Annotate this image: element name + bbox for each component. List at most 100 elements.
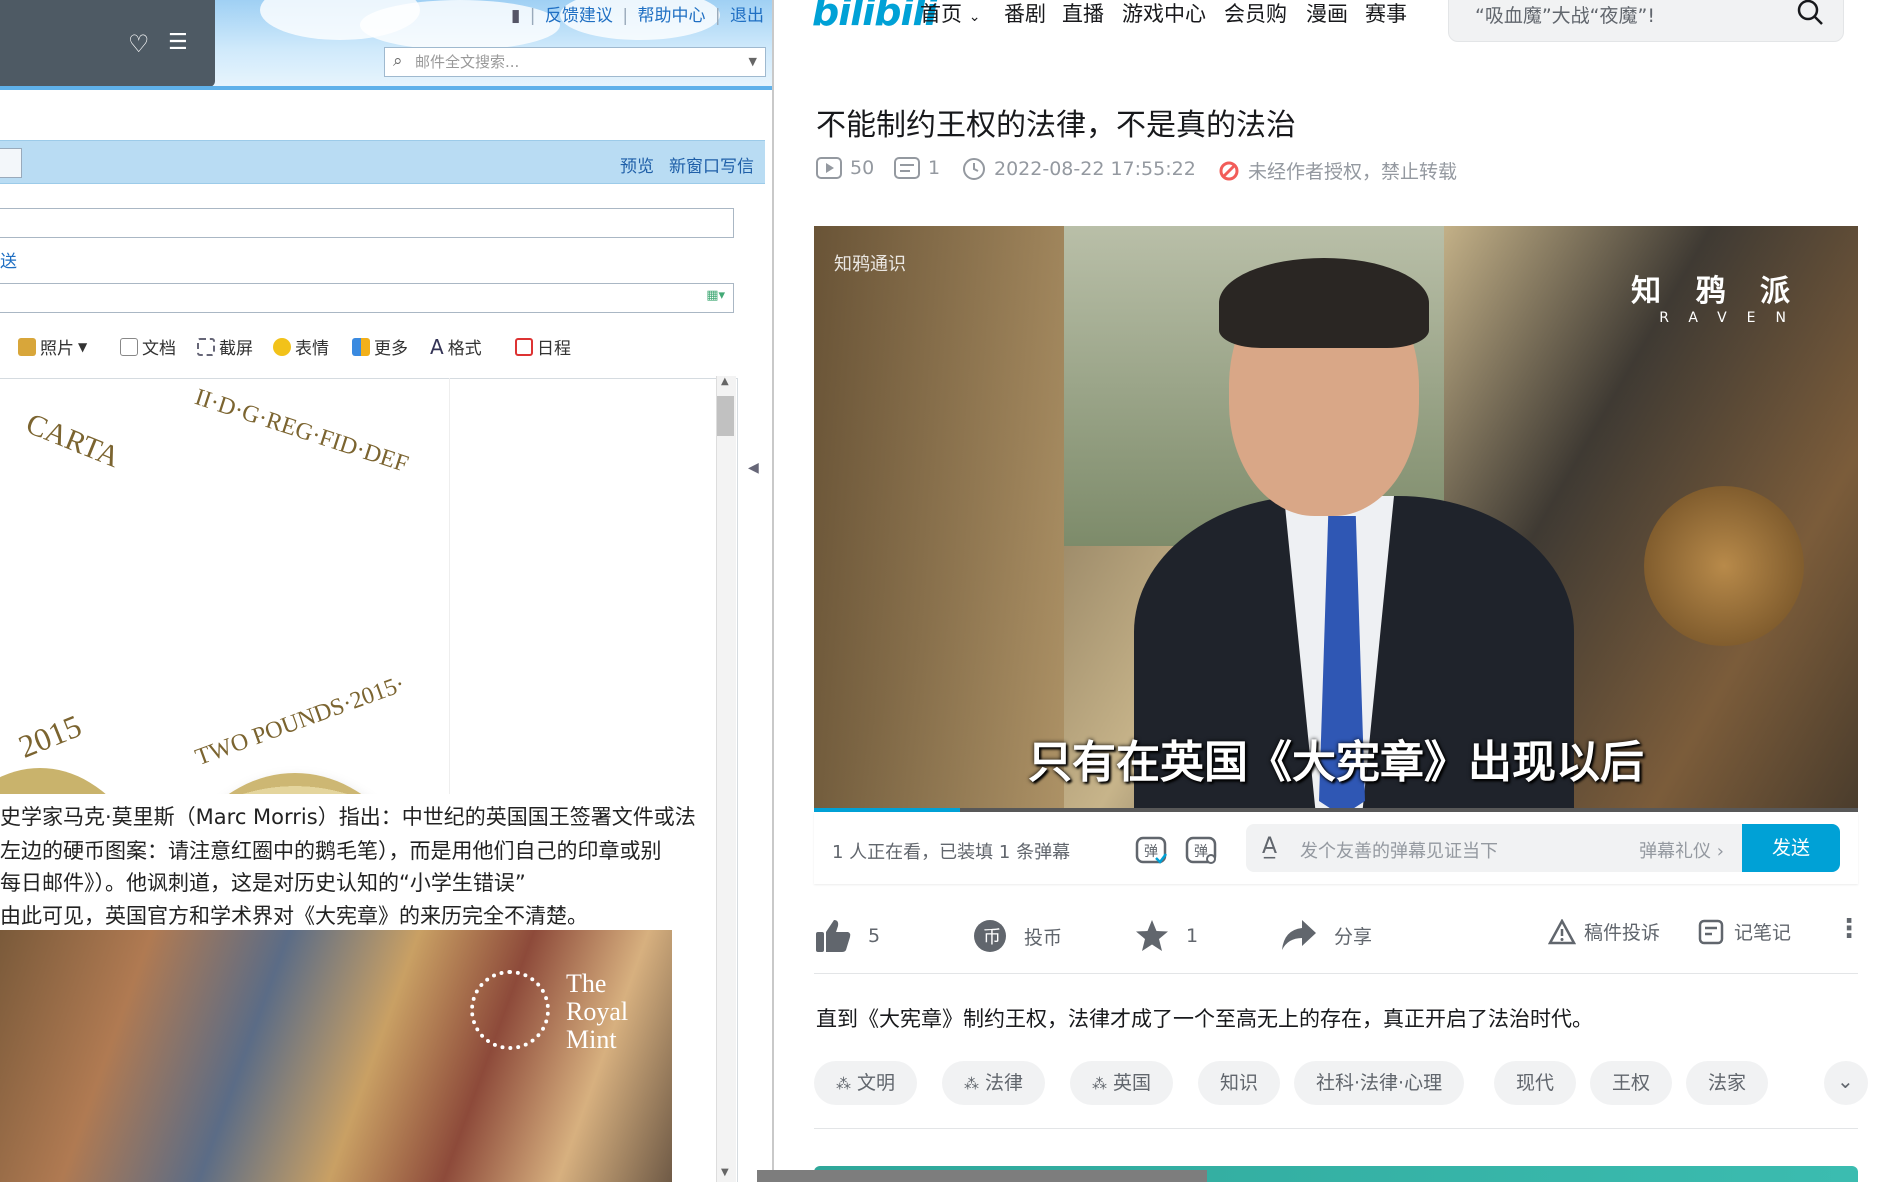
topic-icon: ⁂ [836,1075,851,1093]
coin-inscription: CARTA [21,406,125,475]
danmaku-etiquette-link[interactable]: 弹幕礼仪 › [1639,837,1724,863]
tag-item[interactable]: ⁂ 文明 [814,1061,918,1105]
subject-field[interactable]: ▦▾ [0,283,734,313]
heart-icon[interactable]: ♡ [128,30,150,58]
chevron-down-icon[interactable]: ▼ [749,48,757,76]
grid-icon [352,337,370,356]
coin-inscription: II·D·G·REG·FID·DEF [191,384,412,478]
share-button[interactable]: 分享 [1280,918,1372,952]
grid-icon[interactable]: ▦▾ [706,288,725,303]
tag-item[interactable]: 知识 [1198,1061,1281,1105]
section-divider [814,1128,1858,1129]
tag-item[interactable]: 社科·法律·心理 [1294,1061,1465,1105]
photo-button[interactable]: 照片 ▼ [18,334,87,359]
speaker-hair [1219,258,1429,348]
notes-label: 记笔记 [1734,922,1792,944]
site-search-input[interactable]: “吸血魔”大战“夜魔”! [1448,0,1844,42]
nav-live[interactable]: 直播 [1062,0,1104,28]
screenshot-button[interactable]: 截屏 [197,334,253,359]
tag-item[interactable]: ⁂ 法律 [942,1061,1046,1105]
list-check-icon[interactable]: ☰ [168,30,188,55]
scroll-up-icon[interactable]: ▲ [721,376,729,387]
document-label: 文档 [142,339,176,359]
royal-mint-crest-icon [470,970,550,1050]
nav-manga[interactable]: 漫画 [1306,0,1348,28]
nav-home-label: 首页 [920,2,962,26]
calendar-label: 日程 [537,339,571,359]
send-danmaku-button[interactable]: 发送 [1742,824,1840,872]
document-button[interactable]: 文档 [120,334,176,359]
compose-tab-bar: 预览 新窗口写信 [0,140,765,184]
mail-search-input[interactable]: ⌕ 邮件全文搜索... ▼ [384,47,766,77]
compose-toolbar: 照片 ▼ 文档 截屏 表情 更多 A 格式 日程 [0,330,740,362]
coin-label: 投币 [1024,926,1063,949]
screenshot-label: 截屏 [219,339,253,359]
danmaku-input[interactable]: A̲ 发个友善的弹幕见证当下 弹幕礼仪 › [1246,824,1742,872]
nav-esports[interactable]: 赛事 [1365,0,1407,28]
more-button[interactable]: 更多 [352,334,408,359]
help-link[interactable]: 帮助中心 [637,6,705,26]
watermark-line: Royal [566,997,629,1026]
coin-queen-portrait [150,773,440,794]
like-button[interactable]: 5 [814,918,880,954]
tag-item[interactable]: 法家 [1686,1061,1769,1105]
more-options-icon[interactable]: ⋮ [1836,914,1862,944]
chevron-down-icon: ▼ [78,339,88,354]
tag-item[interactable]: ⁂ 英国 [1070,1061,1174,1105]
emoji-button[interactable]: 表情 [273,334,329,359]
feedback-link[interactable]: 反馈建议 [545,6,613,26]
danmaku-count: 1 [894,157,940,179]
nav-game-center[interactable]: 游戏中心 [1122,0,1206,28]
watermark-line: The [566,969,607,998]
editor-scrollbar[interactable]: ▲ ▼ [716,376,736,1182]
cc-link[interactable]: 送 [0,247,17,272]
scroll-down-icon[interactable]: ▼ [721,1167,729,1178]
tag-item[interactable]: 现代 [1494,1061,1577,1105]
clock-icon [963,158,985,180]
nav-vip-shop[interactable]: 会员购 [1224,0,1287,28]
calendar-button[interactable]: 日程 [515,334,571,359]
royal-mint-watermark: The Royal Mint [566,970,672,1060]
scrollbar-thumb[interactable] [717,396,734,436]
etiquette-label: 弹幕礼仪 [1639,841,1712,862]
recipient-field[interactable] [0,208,734,238]
scissors-icon [197,337,215,356]
expand-tags-button[interactable]: ⌄ [1824,1061,1868,1105]
coin-magna-carta [0,768,170,794]
format-button[interactable]: A 格式 [430,334,482,360]
danmaku-settings-icon[interactable]: 弹 [1184,832,1218,866]
favorite-button[interactable]: 1 [1134,918,1198,954]
star-icon [1136,920,1168,951]
collapse-panel-icon[interactable]: ◀ [748,460,759,476]
calendar-icon [515,337,533,356]
play-icon [816,157,842,179]
body-line: 每日邮件》）。他讽刺道，这是对历史认知的“小学生错误” [0,871,526,895]
danmaku-bar: 1 人正在看，已装填 1 条弹幕 弹 弹 A̲ 发个友善的弹幕见证当下 弹幕礼仪… [814,812,1858,884]
search-icon[interactable] [1795,0,1825,27]
globe [1644,486,1804,646]
new-window-compose-link[interactable]: 新窗口写信 [669,152,754,177]
tab-button[interactable] [0,148,22,178]
coin-button[interactable]: 币 投币 [972,918,1062,954]
bilibili-logo[interactable]: bilibili [812,0,938,34]
danmaku-icon [894,157,920,179]
taskbar-fragment [757,1170,1207,1182]
danmaku-toggle-icon[interactable]: 弹 [1134,832,1168,866]
share-arrow-icon [1282,920,1316,950]
top-links: ▮ | 反馈建议 | 帮助中心 | 退出 [511,6,764,26]
tag-item[interactable]: 王权 [1590,1061,1673,1105]
nav-bangumi[interactable]: 番剧 [1004,0,1046,28]
body-line: 左边的硬币图案：请注意红圈中的鹅毛笔），而是用他们自己的印章或别 [0,839,662,863]
font-style-icon[interactable]: A̲ [1262,834,1277,859]
document-icon [120,337,138,356]
phone-icon[interactable]: ▮ [511,6,520,26]
nav-home[interactable]: 首页 ⌄ [920,0,980,28]
topic-icon: ⁂ [964,1075,979,1093]
video-player[interactable]: 知鸦通识 知 鸦 派 RAVEN 只有在英国《大宪章》出现以后 [814,226,1858,811]
tag-label: 法律 [985,1072,1024,1094]
report-button[interactable]: 稿件投诉 [1548,918,1660,945]
font-icon: A [430,334,444,359]
notes-button[interactable]: 记笔记 [1698,918,1791,945]
preview-link[interactable]: 预览 [620,152,654,177]
logout-link[interactable]: 退出 [730,6,764,26]
